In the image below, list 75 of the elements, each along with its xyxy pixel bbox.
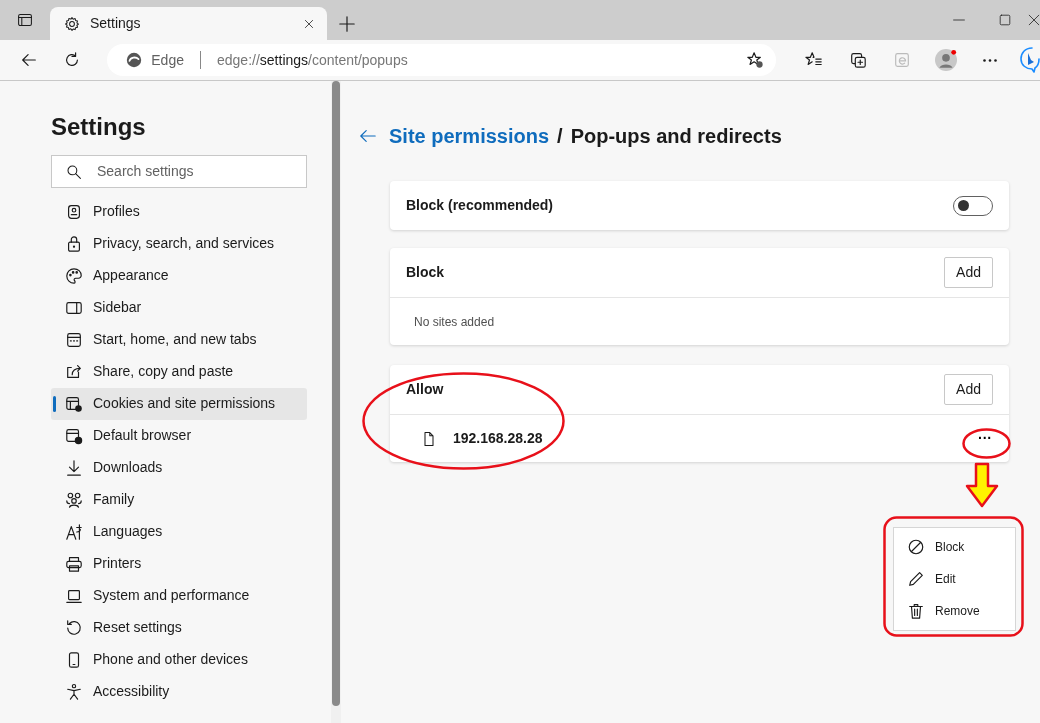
lock-icon <box>65 234 83 253</box>
sidebar-item[interactable]: Privacy, search, and services <box>51 227 307 260</box>
scrollbar-thumb[interactable] <box>332 81 340 706</box>
grid-window-icon <box>65 330 83 349</box>
search-icon <box>66 163 82 180</box>
url-text: edge://settings/content/popups <box>217 50 409 70</box>
people-icon <box>65 490 83 509</box>
window-check-icon <box>65 426 83 445</box>
reset-icon <box>65 618 83 637</box>
maximize-icon <box>999 14 1011 26</box>
breadcrumb-link[interactable]: Site permissions <box>389 121 550 151</box>
download-icon <box>65 458 83 477</box>
accessibility-icon <box>65 682 83 701</box>
breadcrumb-separator: / <box>557 124 563 149</box>
close-tab-button[interactable] <box>303 17 315 30</box>
profile-icon <box>65 202 83 221</box>
block-icon <box>907 538 925 556</box>
back-arrow-icon <box>359 127 377 145</box>
site-address: 192.168.28.28 <box>453 429 544 448</box>
address-bar[interactable]: Edge edge://settings/content/popups <box>107 44 776 76</box>
plus-icon <box>338 14 356 33</box>
trash-icon <box>907 602 925 620</box>
menu-item[interactable]: Edit <box>894 563 1015 595</box>
collections-icon <box>849 51 867 69</box>
back-arrow-icon <box>19 51 38 69</box>
language-icon <box>65 522 83 541</box>
document-icon <box>421 430 437 447</box>
card-title: Block <box>406 263 445 282</box>
avatar-icon <box>935 49 957 71</box>
back-button[interactable] <box>359 127 377 145</box>
sidebar-item[interactable]: Languages <box>51 515 307 548</box>
add-button[interactable]: Add <box>944 257 993 288</box>
add-favorite-button[interactable] <box>746 51 764 69</box>
sidebar-item[interactable]: Downloads <box>51 451 307 484</box>
browser-tab[interactable]: Settings <box>50 7 327 40</box>
card-title: Block (recommended) <box>406 196 554 215</box>
star-plus-icon <box>746 51 764 69</box>
sidebar-item[interactable]: Default browser <box>51 419 307 452</box>
pencil-icon <box>907 570 925 588</box>
empty-message: No sites added <box>414 313 495 331</box>
tab-actions-icon <box>17 12 33 28</box>
sidebar-title: Settings <box>51 113 147 142</box>
browser-logo-icon <box>125 51 144 69</box>
sidebar-item[interactable]: Sidebar <box>51 291 307 324</box>
site-label: Edge <box>151 50 184 70</box>
search-field[interactable]: Search settings <box>51 154 307 188</box>
sidebar-item[interactable]: Cookies and site permissions <box>51 387 307 420</box>
sidebar-item[interactable]: Printers <box>51 547 307 580</box>
sidebar-item[interactable]: System and performance <box>51 579 307 612</box>
chat-logo-icon <box>1020 47 1040 73</box>
page-e-icon <box>893 51 911 69</box>
add-button[interactable]: Add <box>944 374 993 405</box>
share-icon <box>65 362 83 381</box>
sidebar-item[interactable]: Start, home, and new tabs <box>51 323 307 356</box>
menu-item[interactable]: Remove <box>894 595 1015 627</box>
sidebar-item[interactable]: Accessibility <box>51 675 307 708</box>
card-title: Allow <box>406 380 444 399</box>
close-icon <box>1028 14 1040 26</box>
palette-icon <box>65 266 83 285</box>
more-icon <box>983 58 997 62</box>
menu-item[interactable]: Block <box>894 531 1015 563</box>
tab-title: Settings <box>90 14 142 33</box>
sidebar-item[interactable]: Profiles <box>51 195 307 228</box>
sidebar-item[interactable]: Family <box>51 483 307 516</box>
page-title: Pop-ups and redirects <box>570 124 782 149</box>
annotation-arrow <box>965 462 999 508</box>
sidebar-item[interactable]: Phone and other devices <box>51 643 307 676</box>
sidebar-item[interactable]: Appearance <box>51 259 307 292</box>
sidebar-item[interactable]: Share, copy and paste <box>51 355 307 388</box>
gear-icon <box>64 15 80 32</box>
sidebar-item[interactable]: Reset settings <box>51 611 307 644</box>
annotation-ellipse <box>962 428 1011 459</box>
close-icon <box>303 17 315 30</box>
printer-icon <box>65 554 83 573</box>
settings-window-icon <box>65 394 83 413</box>
